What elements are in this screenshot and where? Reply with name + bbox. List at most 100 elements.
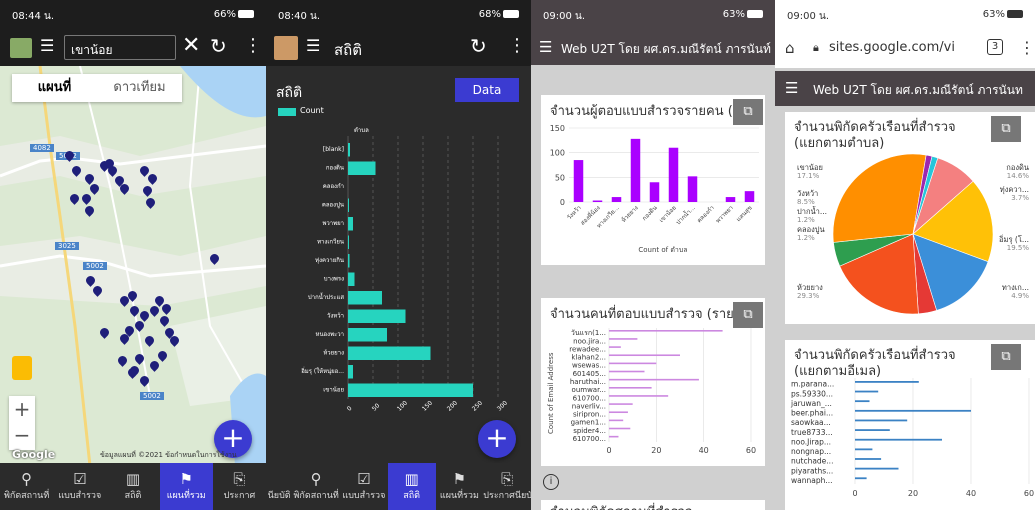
nav-certificate-prev[interactable]: นียบัติ — [266, 463, 292, 510]
x-tick-label: ปากน้ำ... — [673, 202, 697, 226]
close-icon[interactable]: ✕ — [182, 33, 200, 58]
pie-label: ปากน้ำ... — [797, 206, 827, 216]
x-tick-label: แสนสุข — [735, 204, 754, 223]
bar — [348, 328, 387, 342]
nav-stats[interactable]: ▥ สถิติ — [106, 463, 159, 510]
map-type-map[interactable]: แผนที่ — [12, 74, 97, 102]
map-type-toggle: แผนที่ ดาวเทียม — [12, 74, 182, 102]
card-title: จำนวนคนที่ตอบแบบสำรวจ (รายบ — [550, 307, 743, 322]
bar — [609, 354, 680, 357]
y-axis-title: Count of Email Address — [547, 352, 555, 434]
nav-map-all[interactable]: ⚑ แผนที่รวม — [436, 463, 484, 510]
menu-icon[interactable]: ☰ — [40, 36, 54, 55]
search-input[interactable]: เขาน้อย — [64, 35, 176, 60]
more-icon[interactable]: ⋮ — [508, 35, 526, 56]
nav-location[interactable]: ⚲ พิกัดสถานที่ — [0, 463, 53, 510]
lock-icon: 🔒︎ — [813, 41, 819, 54]
bar — [348, 235, 349, 249]
nav-certificate[interactable]: ⎘ ประกาศ — [213, 463, 266, 510]
website-screen-2: 09:00 น. 63% ⌂ 🔒︎ sites.google.com/vi 3 … — [775, 0, 1035, 510]
bar — [609, 427, 631, 430]
status-battery: 63% — [722, 9, 745, 20]
menu-icon[interactable]: ☰ — [785, 79, 798, 97]
map-people-icon: ⚑ — [179, 470, 193, 488]
zoom-out-button[interactable]: − — [9, 422, 35, 448]
pie-percent-label: 4.9% — [1011, 292, 1029, 300]
y-tick-label: [blank] — [323, 146, 344, 153]
x-tick-label: วังหว้า — [566, 204, 583, 221]
open-chart-icon[interactable]: ⧉ — [991, 116, 1021, 142]
open-chart-icon[interactable]: ⧉ — [991, 344, 1021, 370]
refresh-icon[interactable]: ↻ — [470, 34, 487, 58]
bar — [348, 198, 349, 212]
menu-icon[interactable]: ☰ — [539, 38, 552, 56]
data-button[interactable]: Data — [455, 78, 519, 102]
location-pin-icon: ⚲ — [310, 470, 322, 488]
refresh-icon[interactable]: ↻ — [210, 34, 227, 58]
status-bar: 08:44 น. 66% — [0, 0, 266, 30]
more-icon[interactable]: ⋮ — [1019, 38, 1035, 57]
add-button[interactable]: + — [478, 420, 516, 458]
y-tick-label: บางพรง — [324, 276, 344, 283]
y-tick-label: naverliv... — [572, 402, 606, 410]
y-tick-label: หนองพะวา — [315, 331, 344, 338]
y-tick-label: spider4... — [573, 427, 606, 435]
pie-percent-label: 29.3% — [797, 292, 820, 300]
y-tick-label: กองดิน — [326, 165, 344, 172]
bar-chart-icon: ▥ — [404, 470, 419, 488]
nav-survey[interactable]: ☑ แบบสำรวจ — [340, 463, 388, 510]
nav-certificate[interactable]: ⎘ประกาศนียบัติ — [483, 463, 531, 510]
street-view-pegman-icon[interactable] — [12, 356, 32, 380]
home-icon[interactable]: ⌂ — [785, 39, 795, 57]
pie-label: วังหว้า — [797, 189, 818, 198]
nav-survey[interactable]: ☑ แบบสำรวจ — [53, 463, 106, 510]
map-type-satellite[interactable]: ดาวเทียม — [97, 74, 182, 102]
site-title: Web U2T โดย ผศ.ดร.มณีรัตน์ ภารนันท — [813, 83, 1023, 97]
bar — [609, 370, 645, 373]
nav-stats[interactable]: ▥ สถิติ — [387, 463, 436, 510]
bar — [744, 191, 755, 202]
x-axis-title: Count of ตำบล — [638, 246, 687, 254]
axis-title: ตำบล — [354, 127, 369, 134]
more-icon[interactable]: ⋮ — [244, 35, 262, 56]
legend-swatch — [278, 108, 296, 116]
x-tick-label: กองดิน — [641, 204, 659, 222]
bottom-nav: ⚲ พิกัดสถานที่ ☑ แบบสำรวจ ▥ สถิติ ⚑ แผนที่รว… — [0, 463, 266, 510]
stats-screen: 08:40 น. 68% ☰ สถิติ ↻ ⋮ สถิติ Data Coun… — [266, 0, 531, 510]
pie-slice — [832, 153, 927, 243]
y-tick-label: haruthai... — [570, 378, 606, 386]
bar — [855, 429, 890, 431]
pie-percent-label: 3.7% — [1011, 194, 1029, 202]
pie-label: อิ่มรุ (โ... — [999, 234, 1029, 244]
location-pin-icon: ⚲ — [21, 470, 33, 488]
zoom-in-button[interactable]: + — [9, 396, 35, 422]
card-title: จำนวนผู้ตอบแบบสำรวจรายคน ( — [550, 104, 733, 119]
x-tick-label: 50 — [371, 402, 381, 412]
bar — [609, 330, 723, 332]
bar — [573, 160, 584, 202]
info-icon[interactable]: i — [543, 474, 559, 490]
bar — [649, 182, 660, 202]
chart-card-email-bars: จำนวนพิกัดครัวเรือนที่สำรวจ (แยกตามอีเมล… — [785, 340, 1035, 510]
map-view[interactable]: แผนที่ ดาวเทียม 4082 5002 3025 5002 5002… — [0, 66, 266, 463]
bar — [348, 161, 376, 175]
tabs-counter[interactable]: 3 — [987, 39, 1003, 55]
url-field[interactable]: sites.google.com/vi — [829, 40, 955, 55]
x-tick-label: 60 — [1024, 489, 1034, 498]
map-screen: 08:44 น. 66% ☰ เขาน้อย ✕ ↻ ⋮ แผนที่ ดาวเ… — [0, 0, 266, 510]
certificate-icon: ⎘ — [233, 470, 246, 488]
y-tick-label: ทุ่งควายกิน — [315, 257, 344, 264]
bar — [348, 143, 350, 157]
map-background — [0, 66, 266, 463]
status-time: 09:00 น. — [543, 11, 586, 22]
bar — [348, 254, 350, 268]
bar — [609, 338, 638, 340]
pie-label: คลองปูน — [797, 225, 825, 234]
zoom-control: + − — [9, 396, 35, 450]
nav-map-all[interactable]: ⚑ แผนที่รวม — [159, 463, 213, 510]
pie-label: เขาน้อย — [797, 163, 823, 172]
menu-icon[interactable]: ☰ — [306, 36, 320, 55]
nav-location[interactable]: ⚲ พิกัดสถานที่ — [292, 463, 340, 510]
app-logo — [10, 38, 32, 58]
pie-label: ทางเก... — [1002, 283, 1029, 292]
